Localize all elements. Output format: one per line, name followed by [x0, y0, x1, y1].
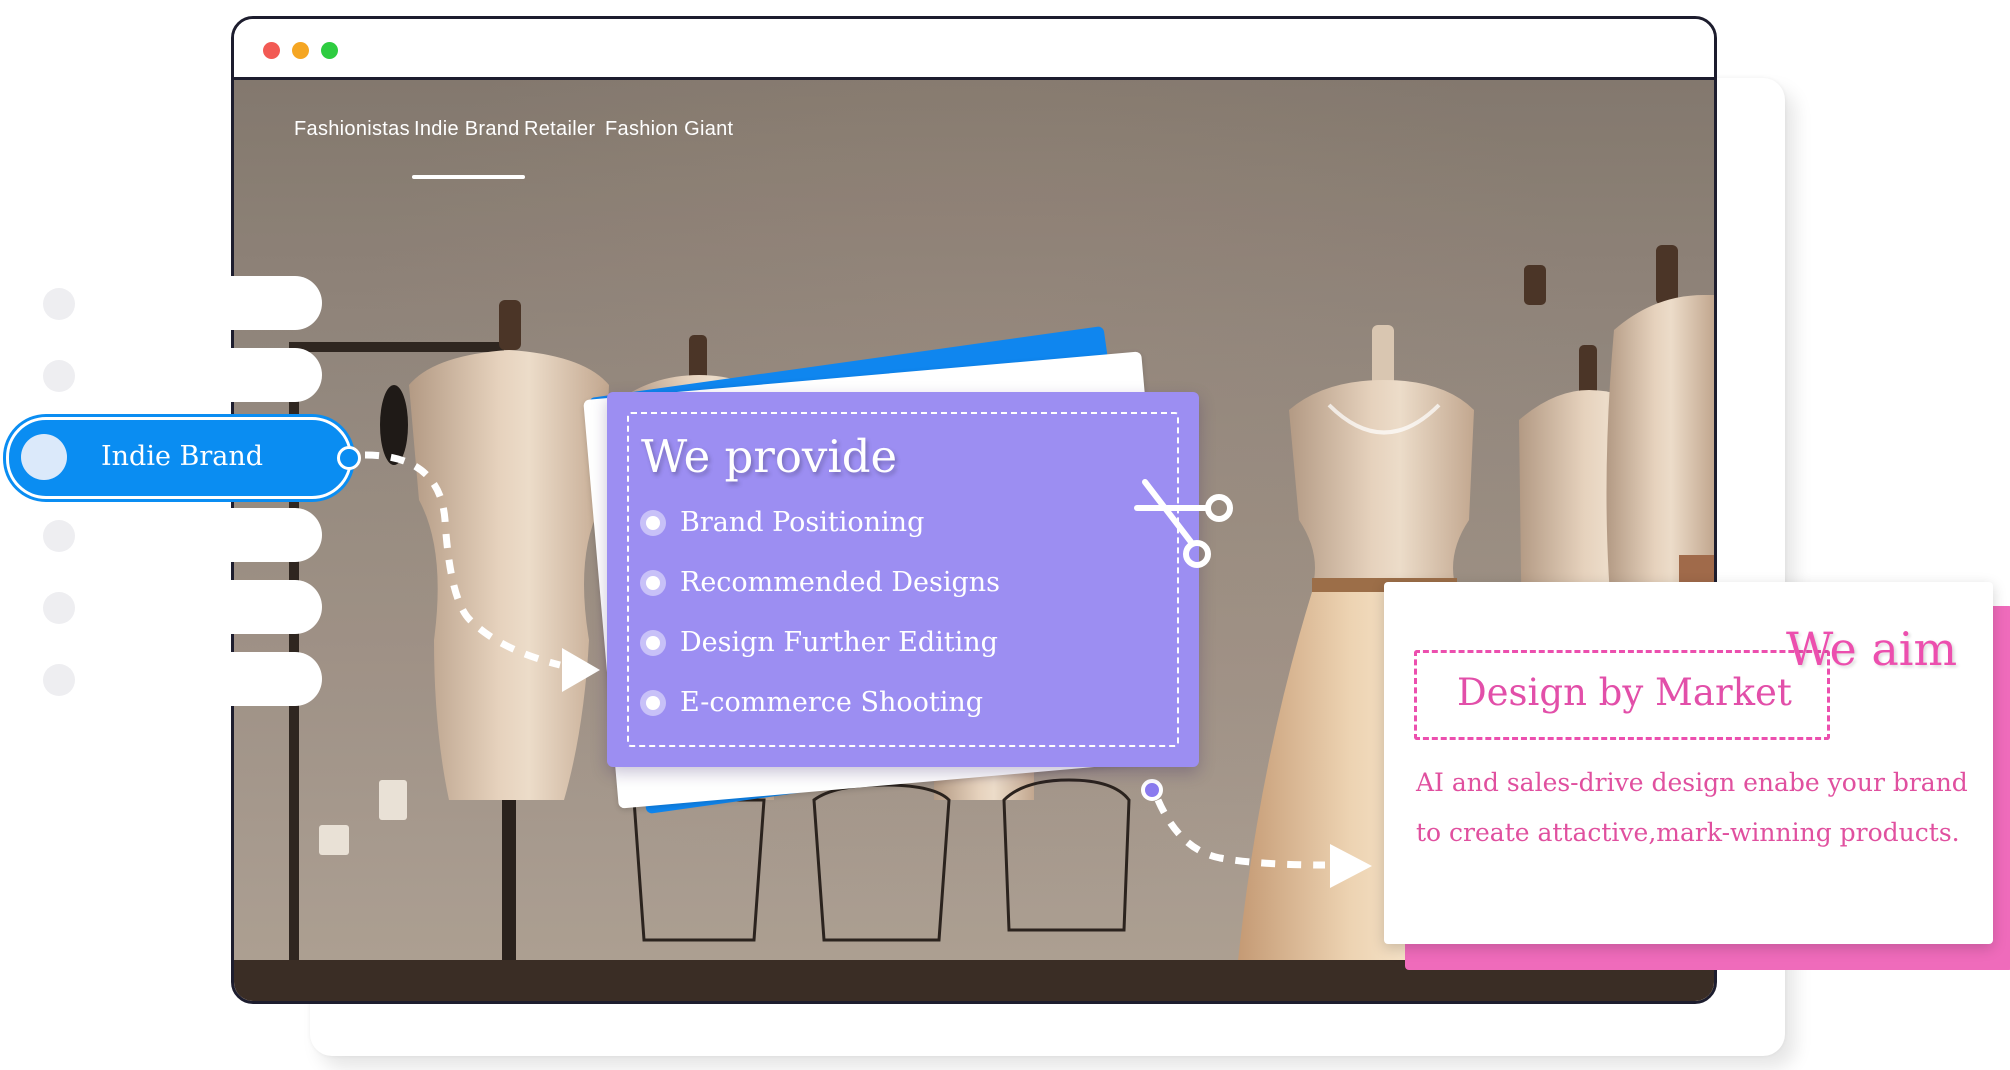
- active-item-knob: [21, 434, 67, 480]
- nav-tab-indie-brand[interactable]: Indie Brand: [414, 118, 520, 141]
- provide-item: Brand Positioning: [640, 507, 924, 538]
- title-bar: [234, 19, 1714, 80]
- nav-tab-fashionistas[interactable]: Fashionistas: [294, 118, 410, 141]
- active-item-label: Indie Brand: [101, 441, 264, 472]
- side-menu-pill[interactable]: [230, 508, 322, 562]
- bullet-icon: [640, 689, 666, 716]
- side-menu-dot[interactable]: [43, 288, 75, 320]
- side-menu-pill[interactable]: [230, 652, 322, 706]
- side-menu-dot[interactable]: [43, 360, 75, 392]
- we-provide-card: We provide Brand Positioning Recommended…: [607, 392, 1233, 767]
- aim-description: AI and sales-drive design enabe your bra…: [1416, 768, 1968, 847]
- connector-port: [337, 446, 361, 470]
- minimize-window-button[interactable]: [292, 42, 309, 59]
- side-menu-dot[interactable]: [43, 520, 75, 552]
- provide-item: E-commerce Shooting: [640, 687, 983, 718]
- close-window-button[interactable]: [263, 42, 280, 59]
- scissors-icon: [1134, 479, 1233, 568]
- we-aim-card: Design by Market We aim AI and sales-dri…: [1384, 582, 1993, 944]
- provide-title: We provide: [641, 430, 898, 483]
- side-menu-active-item[interactable]: Indie Brand: [6, 417, 361, 499]
- maximize-window-button[interactable]: [321, 42, 338, 59]
- nav-active-indicator: [412, 175, 525, 179]
- side-menu-pill[interactable]: [230, 580, 322, 634]
- bullet-icon: [640, 569, 666, 596]
- side-menu-pill[interactable]: [230, 348, 322, 402]
- aim-title: We aim: [1786, 622, 1958, 676]
- provide-item: Design Further Editing: [640, 627, 998, 658]
- bullet-icon: [640, 629, 666, 656]
- aim-heading: Design by Market: [1457, 671, 1792, 714]
- nav-tab-fashion-giant[interactable]: Fashion Giant: [605, 118, 733, 141]
- bullet-icon: [640, 509, 666, 536]
- side-menu-pill[interactable]: [230, 276, 322, 330]
- nav-tab-retailer[interactable]: Retailer: [524, 118, 595, 141]
- provide-item: Recommended Designs: [640, 567, 1000, 598]
- side-menu-dot[interactable]: [43, 664, 75, 696]
- side-menu-dot[interactable]: [43, 592, 75, 624]
- aim-heading-box: Design by Market: [1414, 650, 1830, 740]
